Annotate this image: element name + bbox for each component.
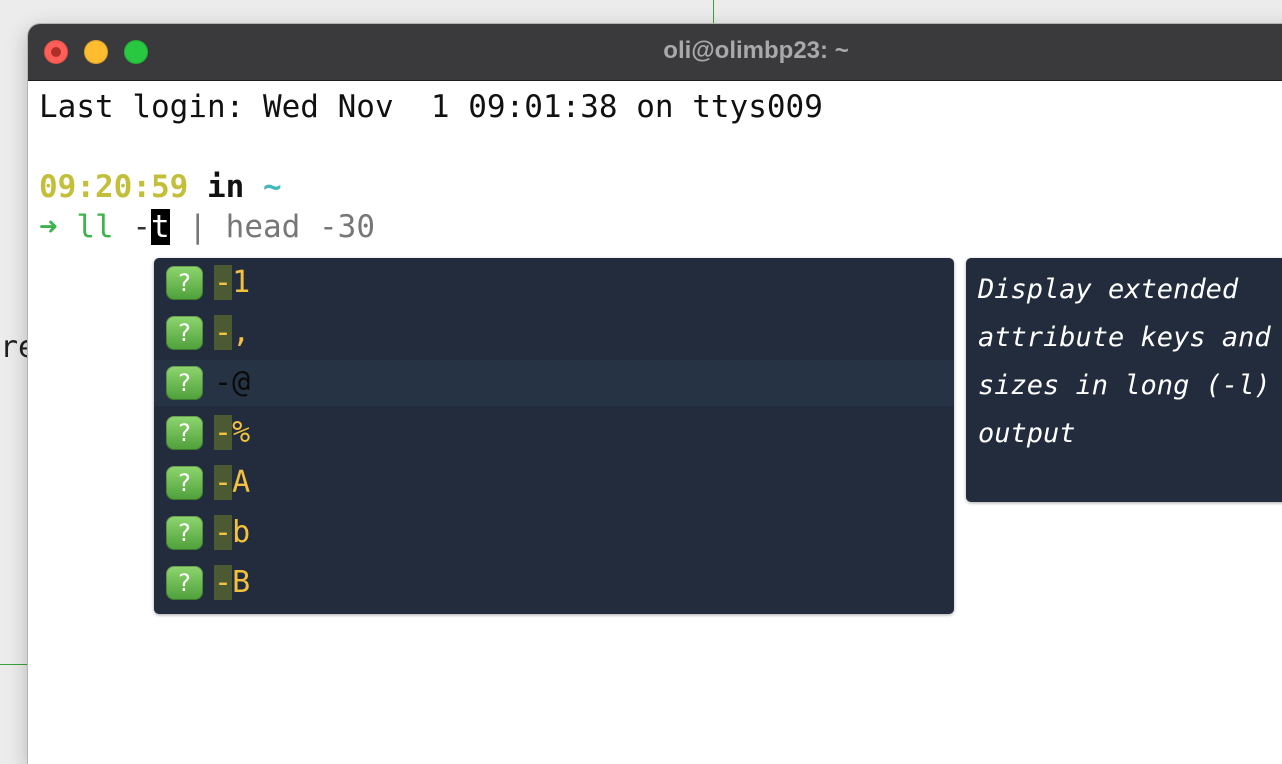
completion-item[interactable]: ? -% — [154, 410, 954, 456]
completion-item-text: 1 — [232, 265, 251, 300]
completion-item-label: -b — [214, 513, 250, 553]
text-cursor: t — [151, 209, 170, 245]
completion-item-text: % — [232, 415, 251, 450]
title-bar[interactable]: oli@olimbp23: ~ — [28, 24, 1282, 81]
command-line[interactable]: ➜ ll -t | head -30 — [39, 207, 375, 247]
completion-item-label: -B — [214, 563, 250, 603]
title-container: oli@olimbp23: ~ — [28, 24, 1282, 80]
completion-item-dash: - — [214, 265, 233, 300]
terminal-content[interactable]: Last login: Wed Nov 1 09:01:38 on ttys00… — [28, 81, 1282, 764]
completion-item-text: @ — [232, 365, 251, 400]
command-rest: | head -30 — [169, 209, 375, 245]
completion-menu[interactable]: ? -1? -,? -@? -%? -A? -b? -B — [154, 258, 954, 614]
completion-item-text: A — [232, 465, 251, 500]
question-icon: ? — [166, 266, 203, 300]
completion-description: Display extended attribute keys and size… — [978, 274, 1271, 449]
completion-item[interactable]: ? -, — [154, 310, 954, 356]
completion-item-text: B — [232, 565, 251, 600]
completion-item[interactable]: ? -b — [154, 510, 954, 556]
prompt-line: 09:20:59 in ~ — [39, 167, 282, 207]
question-icon: ? — [166, 316, 203, 350]
completion-item-dash: - — [214, 465, 233, 500]
terminal-window[interactable]: oli@olimbp23: ~ Last login: Wed Nov 1 09… — [28, 24, 1282, 764]
completion-item-label: -A — [214, 463, 250, 503]
completion-item-label: -1 — [214, 263, 250, 303]
completion-item[interactable]: ? -1 — [154, 260, 954, 306]
prompt-arrow-icon: ➜ — [39, 209, 58, 245]
background-line — [713, 0, 714, 24]
question-icon: ? — [166, 466, 203, 500]
completion-item[interactable]: ? -A — [154, 460, 954, 506]
question-icon: ? — [166, 416, 203, 450]
completion-item-dash: - — [214, 415, 233, 450]
completion-item[interactable]: ? -@ — [154, 360, 954, 406]
question-icon: ? — [166, 566, 203, 600]
prompt-directory: ~ — [262, 169, 282, 205]
question-icon: ? — [166, 366, 203, 400]
completion-item-text: b — [232, 515, 251, 550]
completion-item-dash: - — [214, 315, 233, 350]
command-name: ll — [76, 209, 114, 245]
desktop-background: re oli@olimbp23: ~ Last login: Wed Nov 1… — [0, 0, 1282, 764]
completion-item-text: , — [232, 315, 251, 350]
window-title: oli@olimbp23: ~ — [663, 37, 849, 64]
question-icon: ? — [166, 516, 203, 550]
command-option-dash: - — [132, 209, 152, 245]
completion-item-label: -, — [214, 313, 250, 353]
completion-item-dash: - — [214, 565, 233, 600]
last-login-line: Last login: Wed Nov 1 09:01:38 on ttys00… — [39, 89, 823, 125]
completion-description-panel: Display extended attribute keys and size… — [966, 258, 1282, 502]
prompt-time: 09:20:59 — [39, 169, 189, 205]
completion-item-dash: - — [214, 365, 233, 400]
completion-item-dash: - — [214, 515, 233, 550]
completion-item-label: -% — [214, 413, 250, 453]
prompt-in: in — [206, 169, 245, 205]
background-line — [0, 664, 28, 665]
background-window-text: re — [0, 330, 28, 365]
completion-item[interactable]: ? -B — [154, 560, 954, 606]
completion-item-label: -@ — [214, 363, 250, 403]
